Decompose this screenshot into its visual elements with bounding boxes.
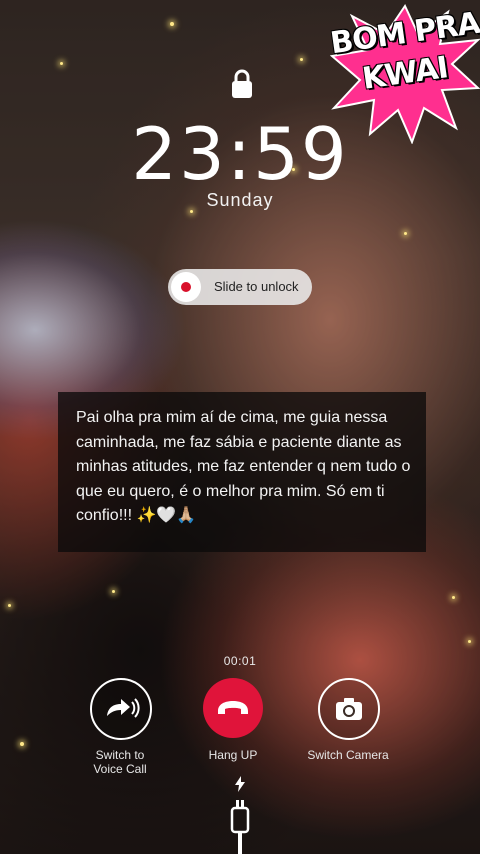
sparkle xyxy=(468,640,471,643)
clock-time: 23:59 xyxy=(131,112,349,196)
switch-camera-label: Switch Camera xyxy=(307,748,389,762)
sparkle xyxy=(300,58,303,61)
lock-icon xyxy=(232,69,252,98)
call-duration: 00:01 xyxy=(223,654,257,668)
hang-up-label: Hang UP xyxy=(208,748,258,762)
sparkle xyxy=(60,62,63,65)
sparkle xyxy=(170,22,174,26)
sparkle xyxy=(8,604,11,607)
slider-label: Slide to unlock xyxy=(214,279,299,294)
sparkle xyxy=(404,232,407,235)
sparkle xyxy=(112,590,115,593)
sparkle xyxy=(20,742,24,746)
clock-day: Sunday xyxy=(206,190,274,210)
camera-icon xyxy=(336,698,362,720)
charger-icon xyxy=(230,800,250,854)
message-text: Pai olha pra mim aí de cima, me guia nes… xyxy=(76,409,411,524)
switch-voice-icon xyxy=(107,698,140,718)
slide-to-unlock[interactable]: Slide to unlock xyxy=(168,269,312,305)
slider-knob[interactable] xyxy=(171,272,201,302)
message-box: Pai olha pra mim aí de cima, me guia nes… xyxy=(58,392,426,552)
bolt-icon xyxy=(235,776,245,792)
switch-camera-button[interactable] xyxy=(318,678,380,740)
hang-up-button[interactable] xyxy=(203,678,263,738)
hang-up-icon xyxy=(218,701,248,714)
switch-to-voice-label: Switch to Voice Call xyxy=(93,748,147,776)
sparkle xyxy=(452,596,455,599)
switch-to-voice-button[interactable] xyxy=(90,678,152,740)
